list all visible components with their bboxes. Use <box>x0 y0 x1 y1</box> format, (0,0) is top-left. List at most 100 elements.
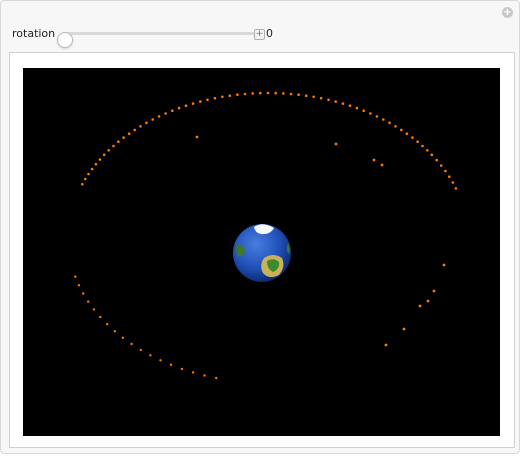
orbit-point <box>180 367 184 371</box>
orbit-point <box>84 177 87 181</box>
earth-globe <box>233 224 291 282</box>
orbit-point <box>195 135 199 139</box>
orbit-point <box>87 300 90 303</box>
orbit-point <box>312 95 316 99</box>
orbit-point <box>274 91 277 95</box>
orbit-point <box>289 92 293 96</box>
orbit-point <box>117 140 120 143</box>
rotation-value: 0 <box>266 27 273 40</box>
orbit-point <box>215 376 218 380</box>
orbit-point <box>402 327 406 331</box>
rotation-label: rotation <box>12 27 56 40</box>
orbit-point <box>411 136 414 139</box>
orbit-point <box>282 92 285 95</box>
orbit-point <box>87 172 90 176</box>
orbit-scene[interactable] <box>23 68 500 436</box>
orbit-point <box>221 95 224 99</box>
orbit-point <box>266 91 270 95</box>
orbit-point <box>122 136 125 139</box>
orbit-point <box>94 162 98 166</box>
orbit-point <box>121 336 125 339</box>
orbit-point <box>375 115 379 118</box>
orbit-point <box>259 91 262 95</box>
orbit-point <box>388 121 391 125</box>
orbit-point <box>133 128 136 132</box>
rotation-stepper-button[interactable]: + <box>254 29 265 40</box>
orbit-point <box>169 363 173 366</box>
orbit-point <box>243 92 247 96</box>
rotation-slider-thumb[interactable] <box>57 32 73 48</box>
orbit-point <box>206 98 209 102</box>
orbit-point <box>439 164 443 167</box>
orbit-point <box>130 342 133 346</box>
orbit-point <box>145 121 148 125</box>
orbit-point <box>99 315 102 319</box>
orbit-point <box>400 128 403 132</box>
orbit-point <box>405 132 409 135</box>
orbit-point <box>444 169 447 173</box>
orbit-point <box>418 304 422 308</box>
orbit-point <box>334 142 338 146</box>
orbit-point <box>177 106 181 110</box>
orbit-point <box>451 181 455 184</box>
rotation-control: rotation + 0 <box>12 25 512 48</box>
orbit-point <box>213 96 217 100</box>
orbit-point <box>203 374 206 377</box>
orbit-point <box>74 275 77 278</box>
orbit-point <box>98 158 102 161</box>
orbit-point <box>127 132 131 135</box>
add-icon[interactable]: + <box>502 7 513 18</box>
orbit-point <box>199 100 202 103</box>
rotation-slider[interactable] <box>57 32 260 48</box>
orbit-point <box>355 106 359 110</box>
orbit-point <box>426 149 429 152</box>
orbit-point <box>171 109 174 112</box>
orbit-point <box>112 144 115 148</box>
orbit-point <box>139 348 142 352</box>
orbit-point <box>113 330 117 333</box>
orbit-point <box>92 308 96 311</box>
orbit-point <box>251 92 254 95</box>
orbit-point <box>191 371 195 374</box>
orbit-point <box>430 153 434 157</box>
orbit-point <box>102 153 106 157</box>
orbit-point <box>394 125 397 128</box>
scene-canvas <box>74 91 458 380</box>
orbit-point <box>82 292 85 295</box>
graphics-frame <box>9 52 515 448</box>
orbit-point <box>454 187 458 190</box>
orbit-point <box>236 93 239 96</box>
orbit-point <box>77 284 81 287</box>
orbit-point <box>380 163 384 167</box>
orbit-point <box>432 289 436 293</box>
orbit-point <box>369 112 372 115</box>
orbit-point <box>382 118 385 121</box>
orbit-point <box>191 102 195 105</box>
orbit-point <box>426 299 430 303</box>
orbit-point <box>139 125 142 128</box>
orbit-point <box>297 93 300 96</box>
orbit-point <box>81 182 84 186</box>
orbit-point <box>151 118 154 121</box>
orbit-point <box>372 158 376 162</box>
orbit-point <box>348 104 352 107</box>
orbit-point <box>362 109 366 112</box>
orbit-point <box>442 263 446 267</box>
orbit-point <box>435 158 439 162</box>
orbit-point <box>319 96 323 100</box>
orbit-point <box>334 100 338 103</box>
orbit-point <box>416 140 419 143</box>
orbit-point <box>384 343 388 347</box>
orbit-point <box>421 144 424 148</box>
orbit-point <box>159 359 162 362</box>
orbit-point <box>106 323 109 326</box>
orbit-point <box>184 104 188 107</box>
orbit-point <box>228 94 232 97</box>
orbit-point <box>448 175 451 178</box>
orbit-point <box>304 94 308 97</box>
manipulate-panel: + rotation + 0 <box>0 0 520 454</box>
orbit-point <box>164 112 167 115</box>
orbit-point <box>149 354 152 357</box>
orbit-point <box>341 102 345 105</box>
orbit-point <box>107 149 110 152</box>
